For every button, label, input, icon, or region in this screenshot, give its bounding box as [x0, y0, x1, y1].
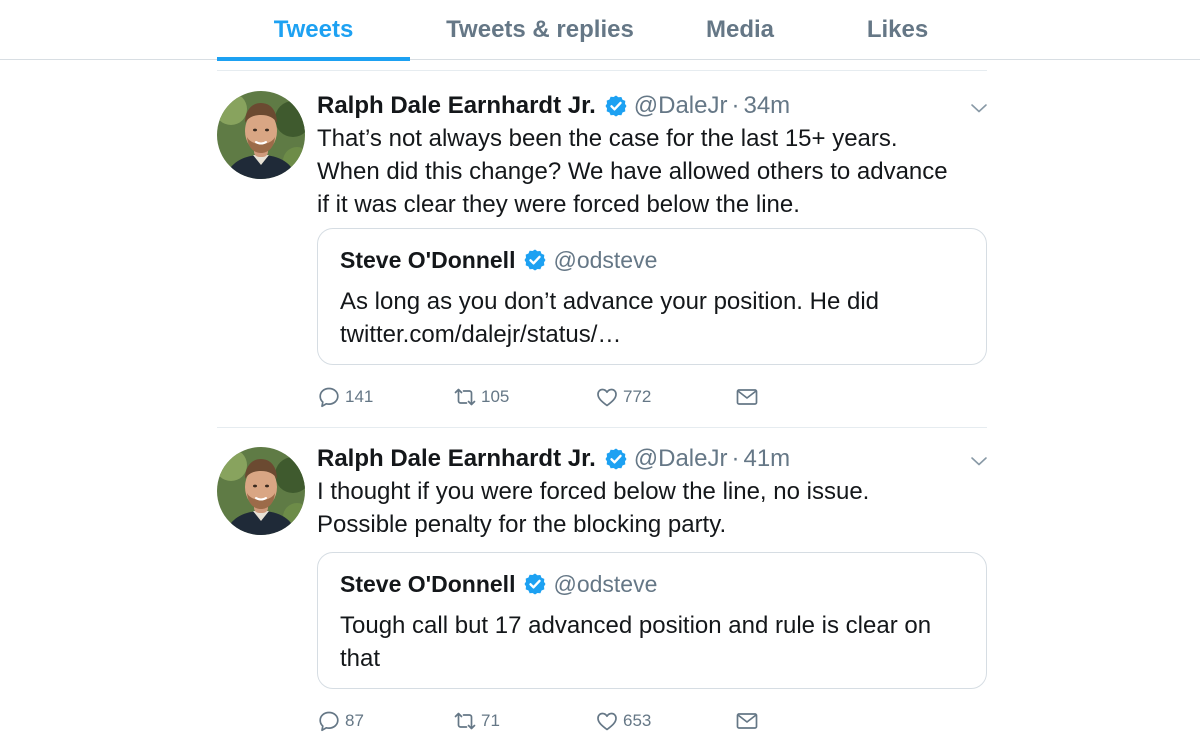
- author-name[interactable]: Ralph Dale Earnhardt Jr.: [317, 92, 596, 120]
- reply-count: 141: [345, 387, 374, 406]
- like-button[interactable]: 772: [595, 382, 651, 412]
- separator: ·: [731, 445, 740, 472]
- quoted-tweet-header: Steve O'Donnell @odsteve: [340, 569, 657, 599]
- reply-count: 87: [345, 711, 364, 730]
- reply-button[interactable]: 87: [317, 706, 364, 736]
- like-button[interactable]: 653: [595, 706, 651, 736]
- quoted-tweet-text: As long as you don’t advance your positi…: [340, 285, 970, 351]
- tab-tweets[interactable]: Tweets: [217, 0, 410, 61]
- retweet-count: 105: [481, 387, 510, 406]
- quoted-author-handle: @odsteve: [553, 246, 658, 273]
- tweet[interactable]: Ralph Dale Earnhardt Jr. @DaleJr · 41m I…: [217, 441, 987, 741]
- direct-message-button[interactable]: [735, 382, 763, 412]
- profile-tabs: Tweets Tweets & replies Media Likes: [0, 0, 1200, 61]
- tweet[interactable]: Ralph Dale Earnhardt Jr. @DaleJr · 34m T…: [217, 88, 987, 418]
- retweet-button[interactable]: 71: [453, 706, 500, 736]
- verified-badge-icon: [523, 248, 547, 272]
- quoted-tweet[interactable]: Steve O'Donnell @odsteve As long as you …: [317, 228, 987, 365]
- envelope-icon: [735, 709, 759, 733]
- quoted-author-handle: @odsteve: [553, 570, 658, 597]
- tweet-text-line: if it was clear they were forced below t…: [317, 191, 800, 218]
- reply-icon: [317, 385, 341, 409]
- quoted-text-line: that: [340, 645, 381, 672]
- divider: [217, 70, 987, 71]
- heart-icon: [595, 709, 619, 733]
- tweet-text: I thought if you were forced below the l…: [317, 475, 987, 541]
- author-name[interactable]: Ralph Dale Earnhardt Jr.: [317, 445, 596, 473]
- author-handle[interactable]: @DaleJr: [634, 92, 728, 120]
- tab-likes[interactable]: Likes: [830, 0, 965, 60]
- timestamp[interactable]: 41m: [743, 445, 790, 473]
- avatar[interactable]: [217, 447, 305, 535]
- like-count: 772: [623, 387, 652, 406]
- tweet-text-line: I thought if you were forced below the l…: [317, 478, 870, 505]
- verified-badge-icon: [604, 447, 628, 471]
- tab-media[interactable]: Media: [680, 0, 800, 60]
- divider: [217, 427, 987, 428]
- reply-icon: [317, 709, 341, 733]
- verified-badge-icon: [523, 572, 547, 596]
- tweet-text-line: That’s not always been the case for the …: [317, 125, 898, 152]
- quoted-tweet[interactable]: Steve O'Donnell @odsteve Tough call but …: [317, 552, 987, 689]
- direct-message-button[interactable]: [735, 706, 763, 736]
- quoted-author-name: Steve O'Donnell: [340, 246, 516, 273]
- tweet-actions: 141 105 772: [317, 382, 777, 412]
- tweet-actions: 87 71 653: [317, 706, 777, 736]
- profile-timeline: Tweets Tweets & replies Media Likes Ralp…: [0, 0, 1200, 748]
- author-handle[interactable]: @DaleJr: [634, 445, 728, 473]
- retweet-button[interactable]: 105: [453, 382, 509, 412]
- verified-badge-icon: [604, 94, 628, 118]
- reply-button[interactable]: 141: [317, 382, 373, 412]
- quoted-text-line: Tough call but 17 advanced position and …: [340, 612, 932, 639]
- timestamp[interactable]: 34m: [743, 92, 790, 120]
- chevron-down-icon[interactable]: [967, 96, 991, 120]
- chevron-down-icon[interactable]: [967, 449, 991, 473]
- separator: ·: [731, 92, 740, 119]
- avatar[interactable]: [217, 91, 305, 179]
- like-count: 653: [623, 711, 652, 730]
- tab-tweets-and-replies[interactable]: Tweets & replies: [430, 0, 650, 60]
- envelope-icon: [735, 385, 759, 409]
- tweet-text: That’s not always been the case for the …: [317, 122, 987, 221]
- retweet-icon: [453, 709, 477, 733]
- retweet-icon: [453, 385, 477, 409]
- quoted-tweet-header: Steve O'Donnell @odsteve: [340, 245, 657, 275]
- quoted-author-name: Steve O'Donnell: [340, 570, 516, 597]
- tweet-header: Ralph Dale Earnhardt Jr. @DaleJr · 41m: [317, 441, 790, 477]
- retweet-count: 71: [481, 711, 500, 730]
- tweet-header: Ralph Dale Earnhardt Jr. @DaleJr · 34m: [317, 88, 790, 124]
- quoted-text-line: twitter.com/dalejr/status/…: [340, 321, 622, 348]
- quoted-tweet-text: Tough call but 17 advanced position and …: [340, 609, 970, 675]
- tweet-text-line: When did this change? We have allowed ot…: [317, 158, 948, 185]
- heart-icon: [595, 385, 619, 409]
- quoted-text-line: As long as you don’t advance your positi…: [340, 288, 880, 315]
- tweet-text-line: Possible penalty for the blocking party.: [317, 511, 727, 538]
